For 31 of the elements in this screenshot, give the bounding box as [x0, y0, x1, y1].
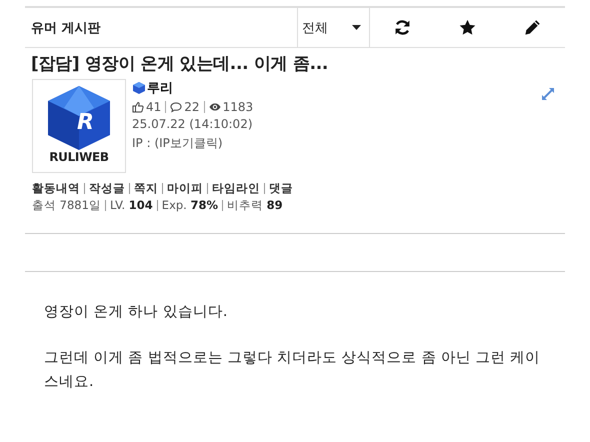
profile-link[interactable]: 활동내역: [32, 183, 84, 194]
body-paragraph: 그런데 이게 좀 법적으로는 그렇다 치더라도 상식적으로 좀 아닌 그런 케이스네요.: [44, 349, 542, 392]
profile-link[interactable]: 쪽지: [129, 183, 162, 194]
ip-link[interactable]: IP : (IP보기클릭): [132, 135, 258, 152]
eye-icon: [208, 101, 221, 113]
profile-stat: LV. 104: [104, 200, 157, 211]
author-name[interactable]: 루리: [132, 79, 258, 97]
pencil-icon: [524, 19, 541, 36]
board-title: 유머 게시판: [30, 20, 102, 38]
speech-bubble-icon: [170, 101, 182, 113]
stat-count: 22: [184, 102, 200, 112]
profile-link[interactable]: 댓글: [264, 183, 297, 194]
stat-count: 41: [146, 102, 162, 112]
profile-stat: 비추력 89: [222, 200, 287, 211]
avatar-logo: R RULIWEB: [32, 79, 126, 173]
post-date: 25.07.22 (14:10:02): [132, 117, 254, 131]
profile-link[interactable]: 작성글: [84, 183, 129, 194]
profile-stat: Exp. 78%: [156, 200, 222, 211]
expand-icon[interactable]: [541, 87, 555, 101]
profile-link[interactable]: 타임라인: [207, 183, 264, 194]
body-paragraph: 영장이 온게 하나 있습니다.: [44, 303, 228, 322]
refresh-icon: [394, 19, 411, 36]
post-title: [잡담] 영장이 온게 있는데... 이게 좀...: [31, 53, 330, 75]
cube-icon: [132, 81, 146, 95]
filter-dropdown[interactable]: 전체: [297, 8, 370, 47]
profile-stat: 출석 7881일: [32, 200, 102, 211]
stat-count: 1183: [222, 102, 254, 112]
profile-link[interactable]: 마이피: [162, 183, 207, 194]
star-icon: [459, 19, 476, 36]
caret-icon: [352, 25, 361, 30]
thumbs-up-icon: [132, 101, 144, 113]
